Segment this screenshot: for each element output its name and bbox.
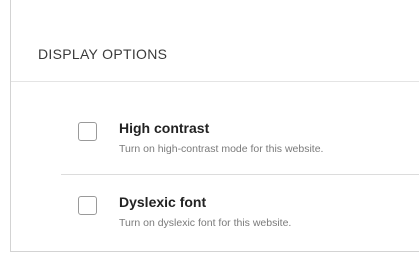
display-options-frame: DISPLAY OPTIONS High contrast Turn on hi… [10,0,419,252]
dyslexic-font-description: Turn on dyslexic font for this website. [119,217,292,229]
display-options-panel: DISPLAY OPTIONS High contrast Turn on hi… [11,0,419,251]
option-high-contrast[interactable]: High contrast Turn on high-contrast mode… [69,106,419,176]
high-contrast-label: High contrast [119,120,210,136]
high-contrast-checkbox[interactable] [78,122,97,141]
dyslexic-font-label: Dyslexic font [119,194,207,210]
panel-title: DISPLAY OPTIONS [38,46,168,62]
high-contrast-description: Turn on high-contrast mode for this webs… [119,143,324,155]
option-dyslexic-font[interactable]: Dyslexic font Turn on dyslexic font for … [69,180,419,250]
option-divider [61,174,419,175]
dyslexic-font-checkbox[interactable] [78,196,97,215]
panel-header: DISPLAY OPTIONS [11,0,419,82]
